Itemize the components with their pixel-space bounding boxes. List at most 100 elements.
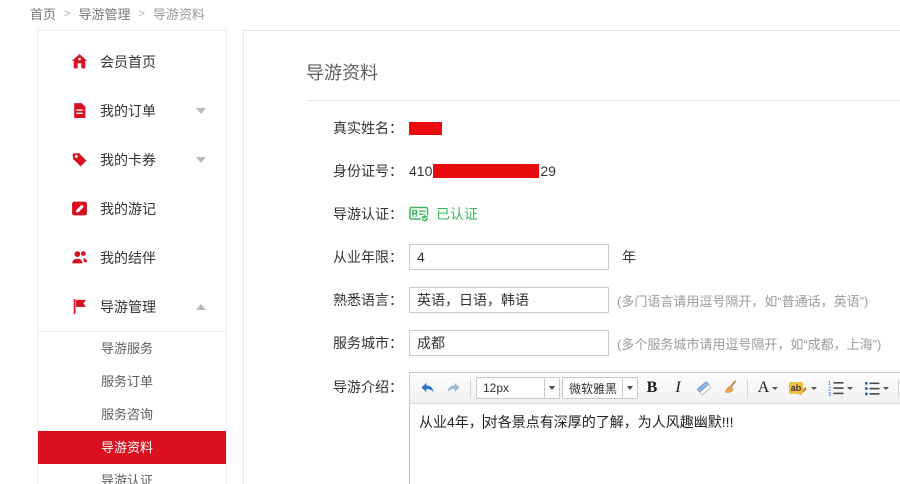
home-icon xyxy=(71,53,88,70)
id-number-row: 身份证号： 410 29 xyxy=(244,157,900,185)
chevron-down-icon xyxy=(196,108,206,114)
sidebar-item-label: 我的结伴 xyxy=(100,248,156,268)
chevron-up-icon xyxy=(196,304,206,310)
real-name-label: 真实姓名： xyxy=(244,118,403,138)
languages-row: 熟悉语言： (多门语言请用逗号隔开，如“普通话，英语”) xyxy=(244,286,900,314)
redacted-real-name xyxy=(409,122,442,135)
toolbar-separator xyxy=(747,379,748,397)
intro-row: 导游介绍： 12px 微软雅黑 xyxy=(244,372,900,484)
chevron-down-icon xyxy=(544,378,559,398)
guide-profile-form: 真实姓名： 身份证号： 410 29 导游认证： 已认证 从业年限： xyxy=(244,101,900,484)
redo-icon xyxy=(445,380,462,397)
eraser-icon xyxy=(695,379,713,397)
id-number-prefix: 410 xyxy=(409,163,432,179)
submenu-item-service-inquiries[interactable]: 服务咨询 xyxy=(38,398,226,431)
cities-row: 服务城市： (多个服务城市请用逗号隔开，如“成都，上海”) xyxy=(244,329,900,357)
guide-management-submenu: 导游服务 服务订单 服务咨询 导游资料 导游认证 xyxy=(38,331,226,484)
undo-button[interactable] xyxy=(415,376,439,400)
rich-text-editor: 12px 微软雅黑 B I xyxy=(409,372,900,484)
font-size-select[interactable]: 12px xyxy=(476,377,560,399)
page-title: 导游资料 xyxy=(306,31,900,101)
sidebar-item-label: 我的卡券 xyxy=(100,150,156,170)
font-size-value: 12px xyxy=(477,381,544,395)
cities-input[interactable] xyxy=(409,330,609,356)
edit-icon xyxy=(71,200,88,217)
years-label: 从业年限： xyxy=(244,247,403,267)
id-card-verified-icon xyxy=(409,206,430,223)
real-name-row: 真实姓名： xyxy=(244,114,900,142)
cities-label: 服务城市： xyxy=(244,333,403,353)
sidebar: 会员首页 我的订单 我的卡券 我的游记 我的结伴 导游管理 导游服务 服 xyxy=(37,30,227,484)
chevron-down-icon xyxy=(772,387,778,390)
bold-button[interactable]: B xyxy=(640,376,664,400)
font-family-select[interactable]: 微软雅黑 xyxy=(562,377,638,399)
editor-content-area[interactable]: 从业4年，对各景点有深厚的了解，为人风趣幽默!!! xyxy=(410,404,900,484)
flag-icon xyxy=(71,298,88,315)
editor-toolbar: 12px 微软雅黑 B I xyxy=(410,373,900,404)
font-family-value: 微软雅黑 xyxy=(563,380,622,397)
document-icon xyxy=(71,102,88,119)
people-icon xyxy=(71,249,88,266)
highlight-color-icon: ab xyxy=(789,382,804,394)
clear-format-button[interactable] xyxy=(718,376,742,400)
submenu-item-guide-services[interactable]: 导游服务 xyxy=(38,332,226,365)
ordered-list-button[interactable]: 123 xyxy=(823,376,857,400)
years-unit: 年 xyxy=(622,247,636,267)
sidebar-item-my-orders[interactable]: 我的订单 xyxy=(38,86,226,135)
id-number-suffix: 29 xyxy=(540,163,556,179)
sidebar-item-label: 我的订单 xyxy=(100,101,156,121)
chevron-down-icon xyxy=(196,157,206,163)
intro-label: 导游介绍： xyxy=(244,372,403,402)
id-number-label: 身份证号： xyxy=(244,161,403,181)
breadcrumb: 首页 > 导游管理 > 导游资料 xyxy=(30,4,205,23)
toolbar-separator xyxy=(898,379,899,397)
ordered-list-icon: 123 xyxy=(828,380,844,396)
languages-label: 熟悉语言： xyxy=(244,290,403,310)
main-panel: 导游资料 真实姓名： 身份证号： 410 29 导游认证： 已认证 从业 xyxy=(243,30,900,484)
highlight-color-button[interactable]: ab xyxy=(785,376,821,400)
eraser-button[interactable] xyxy=(692,376,716,400)
italic-button[interactable]: I xyxy=(666,376,690,400)
sidebar-item-member-home[interactable]: 会员首页 xyxy=(38,37,226,86)
sidebar-item-label: 我的游记 xyxy=(100,199,156,219)
sidebar-item-guide-management[interactable]: 导游管理 xyxy=(38,282,226,331)
certification-label: 导游认证： xyxy=(244,204,403,224)
svg-text:3: 3 xyxy=(828,392,831,396)
chevron-down-icon xyxy=(847,387,853,390)
breadcrumb-separator: > xyxy=(138,8,144,20)
font-color-icon: A xyxy=(758,379,770,397)
undo-icon xyxy=(419,380,436,397)
font-color-button[interactable]: A xyxy=(753,376,783,400)
certification-status: 已认证 xyxy=(436,204,478,224)
sidebar-item-my-coupons[interactable]: 我的卡券 xyxy=(38,135,226,184)
languages-input[interactable] xyxy=(409,287,609,313)
breadcrumb-home[interactable]: 首页 xyxy=(30,4,56,23)
unordered-list-icon xyxy=(864,380,880,396)
redacted-id-digits xyxy=(433,164,539,178)
unordered-list-button[interactable] xyxy=(859,376,893,400)
sidebar-item-my-companions[interactable]: 我的结伴 xyxy=(38,233,226,282)
redo-button[interactable] xyxy=(441,376,465,400)
intro-text-before-caret: 从业4年， xyxy=(419,414,483,430)
tag-icon xyxy=(71,151,88,168)
sidebar-item-my-travel-notes[interactable]: 我的游记 xyxy=(38,184,226,233)
chevron-down-icon xyxy=(883,387,889,390)
breadcrumb-current-page: 导游资料 xyxy=(153,4,205,23)
bold-icon: B xyxy=(647,379,658,397)
clear-format-brush-icon xyxy=(721,379,739,397)
chevron-down-icon xyxy=(622,378,637,398)
submenu-item-service-orders[interactable]: 服务订单 xyxy=(38,365,226,398)
breadcrumb-separator: > xyxy=(64,8,70,20)
submenu-item-guide-profile[interactable]: 导游资料 xyxy=(38,431,226,464)
sidebar-item-label: 会员首页 xyxy=(100,52,156,72)
cities-hint: (多个服务城市请用逗号隔开，如“成都，上海”) xyxy=(617,334,881,353)
breadcrumb-guide-management[interactable]: 导游管理 xyxy=(78,4,130,23)
sidebar-item-label: 导游管理 xyxy=(100,297,156,317)
years-input[interactable] xyxy=(409,244,609,270)
italic-icon: I xyxy=(675,379,680,397)
intro-text-after-caret: 对各景点有深厚的了解，为人风趣幽默!!! xyxy=(484,414,734,430)
languages-hint: (多门语言请用逗号隔开，如“普通话，英语”) xyxy=(617,291,868,310)
chevron-down-icon xyxy=(811,387,817,390)
years-row: 从业年限： 年 xyxy=(244,243,900,271)
submenu-item-guide-certification[interactable]: 导游认证 xyxy=(38,464,226,484)
